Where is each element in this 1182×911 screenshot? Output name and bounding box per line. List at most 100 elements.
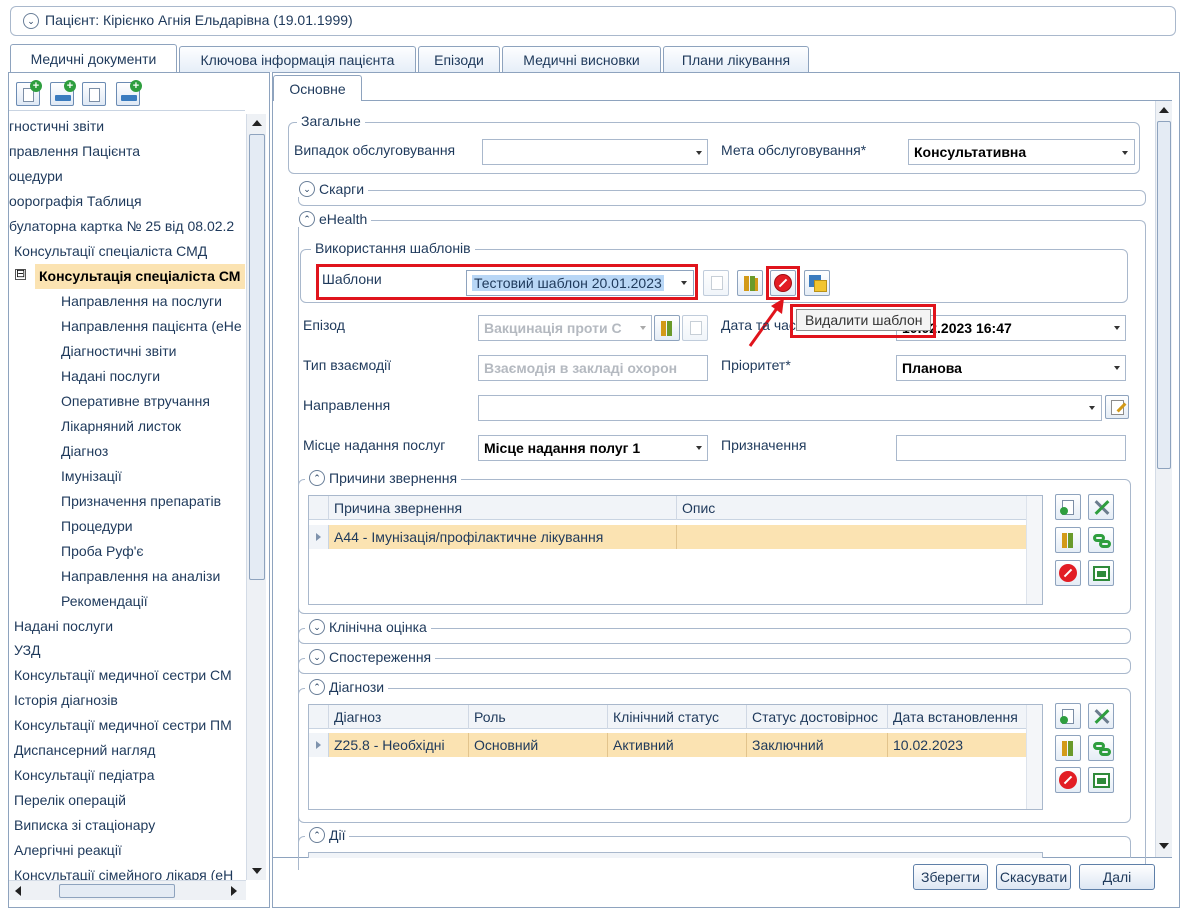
- purpose-select[interactable]: Консультативна: [908, 139, 1135, 165]
- tree-item[interactable]: Надані послуги: [14, 614, 113, 639]
- place-select[interactable]: Місце надання полуг 1: [478, 435, 708, 461]
- collapse-diagnoses-icon[interactable]: ⌃: [309, 679, 325, 695]
- tab-key-info[interactable]: Ключова інформація пацієнта: [179, 46, 416, 72]
- document-green-icon[interactable]: [82, 82, 106, 106]
- tab-treatment-plans[interactable]: Плани лікування: [663, 46, 809, 72]
- scroll-down-icon[interactable]: [1159, 843, 1169, 849]
- tree-item[interactable]: Алергічні реакції: [14, 838, 122, 863]
- interaction-select[interactable]: Взаємодія в закладі охорон: [478, 355, 708, 381]
- tree-item[interactable]: Направлення на послуги: [61, 289, 222, 314]
- link-icon[interactable]: [1088, 735, 1114, 761]
- tree-item[interactable]: Направлення на аналізи: [61, 564, 220, 589]
- column-header[interactable]: Клінічний статус: [608, 705, 747, 729]
- delete-row-icon[interactable]: [1055, 767, 1081, 793]
- table-row[interactable]: Z25.8 - Необхідні Основний Активний Закл…: [309, 733, 1027, 757]
- edit-referral-icon[interactable]: [1105, 395, 1129, 419]
- tree-item[interactable]: УЗД: [14, 638, 41, 663]
- save-button[interactable]: Зберегти: [913, 864, 988, 890]
- tree-item[interactable]: Консультації педіатра: [14, 763, 155, 788]
- scroll-up-icon[interactable]: [252, 120, 262, 126]
- collapse-patient-icon[interactable]: ⌄: [23, 13, 39, 29]
- form-vertical-scrollbar[interactable]: [1155, 101, 1172, 857]
- books-icon[interactable]: [1055, 527, 1081, 553]
- form-scroll-thumb[interactable]: [1157, 121, 1171, 469]
- tree-item[interactable]: Консультації спеціаліста СМД: [14, 239, 207, 264]
- tree-item[interactable]: Консультації медичної сестри СМ: [14, 663, 232, 688]
- add-row-icon[interactable]: [1055, 703, 1081, 729]
- tree-item[interactable]: Проба Руф'є: [61, 539, 144, 564]
- column-header[interactable]: Опис: [677, 496, 1027, 520]
- assignment-field[interactable]: [896, 435, 1126, 461]
- table-cell[interactable]: Основний: [469, 733, 608, 757]
- scroll-right-icon[interactable]: [231, 886, 237, 896]
- case-select[interactable]: [482, 139, 708, 165]
- scroll-left-icon[interactable]: [15, 886, 21, 896]
- collapse-ehealth-icon[interactable]: ⌃: [299, 211, 315, 227]
- table-cell[interactable]: 10.02.2023: [888, 733, 1027, 757]
- books-icon[interactable]: [1055, 735, 1081, 761]
- tree-item[interactable]: оцедури: [9, 164, 63, 189]
- tree-item[interactable]: Направлення пацієнта (еНе: [61, 314, 242, 339]
- collapse-actions-icon[interactable]: ⌃: [309, 827, 325, 843]
- tree-item[interactable]: Рекомендації: [61, 589, 148, 614]
- link-icon[interactable]: [1088, 527, 1114, 553]
- tree-item[interactable]: Лікарняний листок: [61, 414, 181, 439]
- tree-item[interactable]: Імунізації: [61, 464, 122, 489]
- episode-add-icon[interactable]: [682, 315, 708, 341]
- scroll-up-icon[interactable]: [1159, 107, 1169, 113]
- episode-books-icon[interactable]: [654, 315, 680, 341]
- tree-item[interactable]: Призначення препаратів: [61, 489, 221, 514]
- expand-observations-icon[interactable]: ⌄: [309, 649, 325, 665]
- copy-template-icon[interactable]: [804, 270, 830, 296]
- next-button[interactable]: Далі: [1079, 864, 1155, 890]
- tab-medical-documents[interactable]: Медичні документи: [10, 44, 177, 73]
- grid-scrollbar[interactable]: [1026, 496, 1042, 604]
- tree-hscroll-thumb[interactable]: [59, 884, 175, 898]
- priority-select[interactable]: Планова: [896, 355, 1126, 381]
- table-cell[interactable]: A44 - Імунізація/профілактичне лікування: [329, 525, 677, 549]
- tree-horizontal-scrollbar[interactable]: [9, 880, 246, 900]
- column-header[interactable]: Дата встановлення: [888, 705, 1027, 729]
- new-bed-icon[interactable]: +: [116, 80, 142, 106]
- delete-row-icon[interactable]: [1055, 560, 1081, 586]
- tree-item[interactable]: гностичні звіти: [9, 114, 104, 139]
- tree-vertical-scrollbar[interactable]: [246, 114, 266, 880]
- tree-item[interactable]: оорографія Таблиця: [9, 189, 142, 214]
- column-header[interactable]: Статус достовірнос: [747, 705, 888, 729]
- table-row[interactable]: A44 - Імунізація/профілактичне лікування: [309, 525, 1027, 549]
- tree-collapse-icon[interactable]: ⊟: [15, 269, 26, 280]
- tree-item[interactable]: Надані послуги: [61, 364, 160, 389]
- scroll-down-icon[interactable]: [252, 868, 262, 874]
- episode-select[interactable]: Вакцинація проти С: [478, 315, 652, 341]
- tree-item[interactable]: булаторна картка № 25 від 08.02.2: [9, 214, 234, 239]
- tab-conclusions[interactable]: Медичні висновки: [502, 46, 661, 72]
- add-row-icon[interactable]: [1055, 494, 1081, 520]
- tree-item[interactable]: Процедури: [61, 514, 133, 539]
- tools-icon[interactable]: [1088, 703, 1114, 729]
- tree-item[interactable]: Діагноз: [61, 439, 108, 464]
- tree-scroll-thumb[interactable]: [249, 134, 265, 580]
- tree-item-selected[interactable]: Консультація спеціаліста СМ: [35, 264, 245, 289]
- books-icon[interactable]: [737, 270, 763, 296]
- grid-scrollbar[interactable]: [1026, 705, 1042, 809]
- table-cell[interactable]: [677, 525, 1027, 549]
- tab-main[interactable]: Основне: [273, 75, 362, 101]
- table-cell[interactable]: Активний: [608, 733, 747, 757]
- spreadsheet-icon[interactable]: [1088, 767, 1114, 793]
- column-header[interactable]: Причина звернення: [329, 496, 677, 520]
- table-cell[interactable]: Z25.8 - Необхідні: [329, 733, 469, 757]
- spreadsheet-icon[interactable]: [1088, 560, 1114, 586]
- tree-item[interactable]: Консультації сімейного лікаря (еН: [14, 863, 233, 880]
- column-header[interactable]: Діагноз: [329, 705, 469, 729]
- tree-item[interactable]: Виписка зі стаціонару: [14, 813, 155, 838]
- table-cell[interactable]: Заключний: [747, 733, 888, 757]
- tree-item[interactable]: Діагностичні звіти: [61, 339, 176, 364]
- tree-item[interactable]: Консультації медичної сестри ПМ: [14, 713, 232, 738]
- tools-icon[interactable]: [1088, 494, 1114, 520]
- expand-clinical-icon[interactable]: ⌄: [309, 619, 325, 635]
- expand-complaints-icon[interactable]: ⌄: [299, 181, 315, 197]
- new-inpatient-icon[interactable]: +: [50, 80, 76, 106]
- tree-item[interactable]: Перелік операцій: [14, 788, 126, 813]
- referral-select[interactable]: [478, 395, 1102, 421]
- tree-item[interactable]: Диспансерний нагляд: [14, 738, 155, 763]
